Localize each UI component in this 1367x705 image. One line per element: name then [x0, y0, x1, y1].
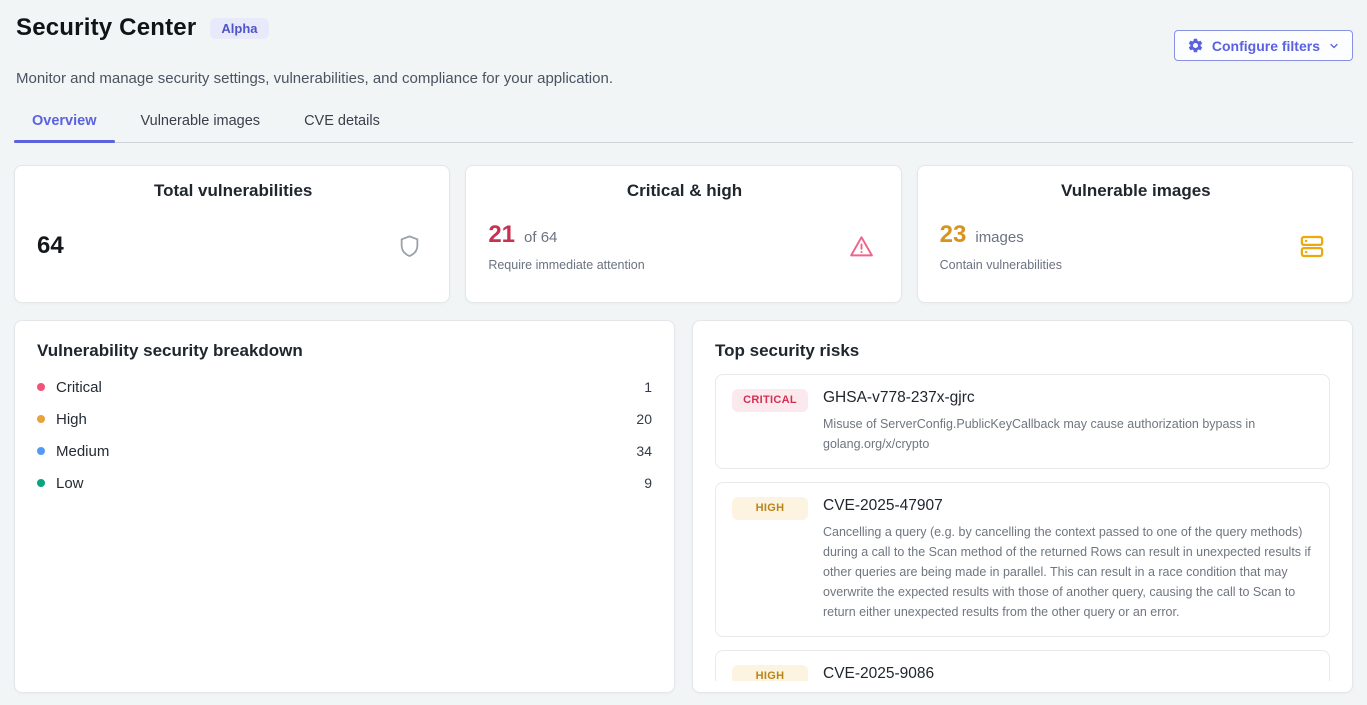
alpha-badge: Alpha [210, 18, 268, 39]
medium-severity-dot [37, 447, 45, 455]
risk-id: CVE-2025-9086 [823, 665, 1313, 681]
breakdown-row-high: High 20 [37, 403, 652, 435]
page-header: Security Center Alpha Configure filters [14, 14, 1353, 61]
gear-icon [1187, 37, 1204, 54]
vulnerable-images-value: 23 [940, 221, 967, 249]
configure-filters-label: Configure filters [1212, 38, 1320, 54]
tab-vulnerable-images[interactable]: Vulnerable images [123, 105, 279, 142]
stat-card-title: Total vulnerabilities [37, 181, 429, 201]
critical-high-subtext: Require immediate attention [488, 258, 644, 272]
breakdown-label: Critical [56, 379, 102, 396]
panels-row: Vulnerability security breakdown Critica… [14, 320, 1353, 693]
total-vulnerabilities-value: 64 [37, 232, 64, 260]
breakdown-row-medium: Medium 34 [37, 435, 652, 467]
breakdown-label: Low [56, 475, 84, 492]
vulnerable-images-suffix: images [975, 229, 1023, 246]
risk-description: Misuse of ServerConfig.PublicKeyCallback… [823, 414, 1313, 454]
configure-filters-button[interactable]: Configure filters [1174, 30, 1353, 61]
breakdown-row-critical: Critical 1 [37, 371, 652, 403]
vulnerability-breakdown-panel: Vulnerability security breakdown Critica… [14, 320, 675, 693]
breakdown-count: 20 [636, 411, 652, 427]
breakdown-title: Vulnerability security breakdown [37, 341, 652, 361]
severity-badge-high: HIGH [732, 665, 808, 681]
page-title: Security Center [16, 14, 196, 42]
breakdown-count: 9 [644, 475, 652, 491]
breakdown-rows: Critical 1 High 20 Medium 34 Low 9 [37, 371, 652, 499]
security-center-page: Security Center Alpha Configure filters … [0, 0, 1367, 693]
risk-id: CVE-2025-47907 [823, 497, 1313, 515]
risk-item-cve-2025-47907[interactable]: HIGH CVE-2025-47907 Cancelling a query (… [715, 482, 1330, 637]
severity-badge-critical: CRITICAL [732, 389, 808, 412]
critical-high-suffix: of 64 [524, 229, 557, 246]
stat-card-vulnerable-images: Vulnerable images 23 images Contain vuln… [917, 165, 1353, 303]
risk-id: GHSA-v778-237x-gjrc [823, 389, 1313, 407]
risk-item-ghsa-v778-237x-gjrc[interactable]: CRITICAL GHSA-v778-237x-gjrc Misuse of S… [715, 374, 1330, 469]
chevron-down-icon [1328, 40, 1340, 52]
risk-list: CRITICAL GHSA-v778-237x-gjrc Misuse of S… [715, 374, 1330, 681]
breakdown-row-low: Low 9 [37, 467, 652, 499]
stat-card-total-vulnerabilities: Total vulnerabilities 64 [14, 165, 450, 303]
risk-item-cve-2025-9086[interactable]: HIGH CVE-2025-9086 [715, 650, 1330, 681]
breakdown-label: High [56, 411, 87, 428]
warning-triangle-icon [848, 233, 875, 260]
stat-card-title: Vulnerable images [940, 181, 1332, 201]
top-risks-title: Top security risks [715, 341, 1330, 361]
stat-card-title: Critical & high [488, 181, 880, 201]
breakdown-label: Medium [56, 443, 109, 460]
tab-bar: Overview Vulnerable images CVE details [14, 105, 1353, 143]
tab-overview[interactable]: Overview [14, 105, 115, 142]
high-severity-dot [37, 415, 45, 423]
breakdown-count: 34 [636, 443, 652, 459]
stat-card-critical-high: Critical & high 21 of 64 Require immedia… [465, 165, 901, 303]
critical-high-value: 21 [488, 221, 515, 249]
severity-badge-high: HIGH [732, 497, 808, 520]
tab-cve-details[interactable]: CVE details [286, 105, 398, 142]
shield-icon [396, 233, 423, 260]
breakdown-count: 1 [644, 379, 652, 395]
stat-cards-row: Total vulnerabilities 64 Critical & high… [14, 165, 1353, 303]
top-security-risks-panel: Top security risks CRITICAL GHSA-v778-23… [692, 320, 1353, 693]
vulnerable-images-subtext: Contain vulnerabilities [940, 258, 1062, 272]
risk-description: Cancelling a query (e.g. by cancelling t… [823, 522, 1313, 622]
page-subtitle: Monitor and manage security settings, vu… [14, 70, 1353, 87]
critical-severity-dot [37, 383, 45, 391]
title-group: Security Center Alpha [14, 14, 269, 42]
low-severity-dot [37, 479, 45, 487]
server-stack-icon [1298, 233, 1326, 260]
